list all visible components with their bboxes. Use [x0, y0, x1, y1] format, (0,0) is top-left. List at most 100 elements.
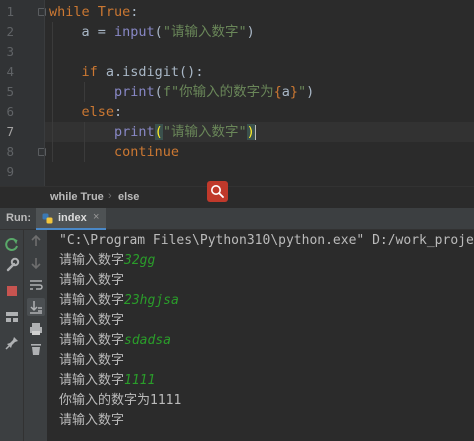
string-token: "请输入数字" — [162, 124, 247, 140]
clear-button[interactable] — [27, 340, 45, 358]
matched-paren: ( — [154, 124, 163, 140]
string-token: f"你输入的数字为 — [162, 84, 274, 100]
run-tab-index[interactable]: index × — [36, 208, 106, 230]
code-token: : — [130, 4, 139, 20]
console-line: 请输入数字 — [59, 271, 124, 291]
user-input-text: 23hgjsa — [124, 293, 179, 308]
rerun-icon — [5, 238, 18, 251]
print-icon — [30, 323, 42, 335]
keyword-token: while — [49, 4, 90, 20]
keyword-token: True — [97, 4, 131, 20]
console-line: 请输入数字1111 — [59, 371, 155, 391]
gutter-divider — [44, 0, 45, 186]
console-prompt: 请输入数字 — [59, 313, 125, 328]
layout-icon — [6, 312, 18, 322]
string-token: "请输入数字" — [162, 24, 247, 40]
code-token: { — [273, 84, 282, 100]
wrench-icon — [6, 257, 20, 272]
console-line: 请输入数字 — [59, 351, 124, 371]
string-token: " — [298, 84, 307, 100]
line-number-current: 7 — [6, 124, 14, 139]
line-number: 1 — [6, 4, 14, 19]
rerun-button[interactable] — [3, 236, 21, 254]
console-line: 请输入数字sdadsa — [59, 331, 171, 351]
scroll-to-end-icon — [30, 301, 42, 314]
builtin-token: print — [114, 124, 155, 140]
code-line-5[interactable]: print(f"你输入的数字为{a}") — [49, 82, 314, 102]
code-token: ( — [154, 84, 163, 100]
user-input-text: 32gg — [124, 253, 156, 268]
down-button[interactable] — [27, 254, 45, 272]
layout-button[interactable] — [3, 308, 21, 326]
code-line-8[interactable]: continue — [49, 142, 179, 162]
run-label: Run: — [6, 212, 32, 224]
code-line-2[interactable]: a = input("请输入数字") — [49, 22, 255, 42]
text-caret — [254, 124, 256, 140]
console-line: 请输入数字 — [59, 411, 124, 431]
console-prompt: 请输入数字 — [59, 293, 125, 308]
breadcrumb-separator: › — [108, 190, 112, 202]
line-number: 2 — [6, 24, 14, 39]
soft-wrap-icon — [30, 280, 43, 290]
keyword-token: if — [81, 64, 98, 80]
stop-button[interactable] — [3, 282, 21, 300]
soft-wrap-button[interactable] — [27, 276, 45, 294]
editor-gutter: 1 2 3 4 5 6 7 8 9 — [0, 0, 46, 186]
line-number: 3 — [6, 44, 14, 59]
console-command-line: "C:\Program Files\Python310\python.exe" … — [59, 233, 474, 248]
line-number: 8 — [6, 144, 14, 159]
code-editor[interactable]: 1 2 3 4 5 6 7 8 9 while True: a = input(… — [0, 0, 474, 186]
console-prompt: 请输入数字 — [59, 253, 125, 268]
code-line-7[interactable]: print("请输入数字") — [49, 122, 256, 142]
run-tool-window-header: Run: index × — [0, 208, 474, 230]
code-token: a.isdigit(): — [97, 64, 204, 80]
console-line: 请输入数字 — [59, 311, 124, 331]
keyword-token: continue — [114, 144, 180, 160]
code-token: ) — [306, 84, 315, 100]
code-token: } — [289, 84, 298, 100]
up-arrow-icon — [31, 234, 41, 246]
console-prompt: 请输入数字 — [59, 273, 125, 288]
code-token: : — [114, 104, 123, 120]
trash-icon — [31, 344, 41, 355]
builtin-token: input — [114, 24, 155, 40]
code-token: ) — [246, 24, 255, 40]
console-line: 请输入数字23hgjsa — [59, 291, 179, 311]
line-number: 6 — [6, 104, 14, 119]
console-prompt: 请输入数字 — [59, 353, 125, 368]
console-line: 你输入的数字为1111 — [59, 391, 181, 411]
up-button[interactable] — [27, 232, 45, 250]
user-input-text: sdadsa — [124, 333, 171, 348]
pin-button[interactable] — [3, 334, 21, 352]
code-line-6[interactable]: else: — [49, 102, 123, 122]
line-number: 5 — [6, 84, 14, 99]
search-badge[interactable] — [207, 181, 228, 202]
down-arrow-icon — [31, 258, 41, 270]
print-button[interactable] — [27, 320, 45, 338]
search-icon — [211, 185, 224, 198]
code-token: a = — [49, 24, 115, 40]
close-icon[interactable]: × — [93, 211, 99, 223]
console-prompt: 请输入数字 — [59, 413, 125, 428]
breadcrumb-item-while[interactable]: while True — [50, 191, 104, 203]
line-number: 9 — [6, 164, 14, 179]
run-secondary-toolbar — [24, 230, 48, 441]
breadcrumb-item-else[interactable]: else — [118, 191, 139, 203]
run-left-toolbar — [0, 230, 24, 441]
matched-paren: ) — [246, 124, 255, 140]
line-number: 4 — [6, 64, 14, 79]
user-input-text: 1111 — [124, 373, 156, 388]
pin-icon — [5, 337, 18, 350]
scroll-to-end-button[interactable] — [27, 298, 45, 316]
code-line-1[interactable]: while True: — [49, 2, 138, 22]
python-icon — [42, 213, 53, 224]
settings-button[interactable] — [3, 256, 21, 274]
code-token: a — [281, 84, 290, 100]
keyword-token: else — [81, 104, 115, 120]
code-line-4[interactable]: if a.isdigit(): — [49, 62, 204, 82]
stop-icon — [7, 286, 17, 296]
console-output[interactable]: "C:\Program Files\Python310\python.exe" … — [49, 230, 474, 441]
builtin-token: print — [114, 84, 155, 100]
console-prompt: 请输入数字 — [59, 333, 125, 348]
run-tab-label: index — [58, 212, 87, 224]
